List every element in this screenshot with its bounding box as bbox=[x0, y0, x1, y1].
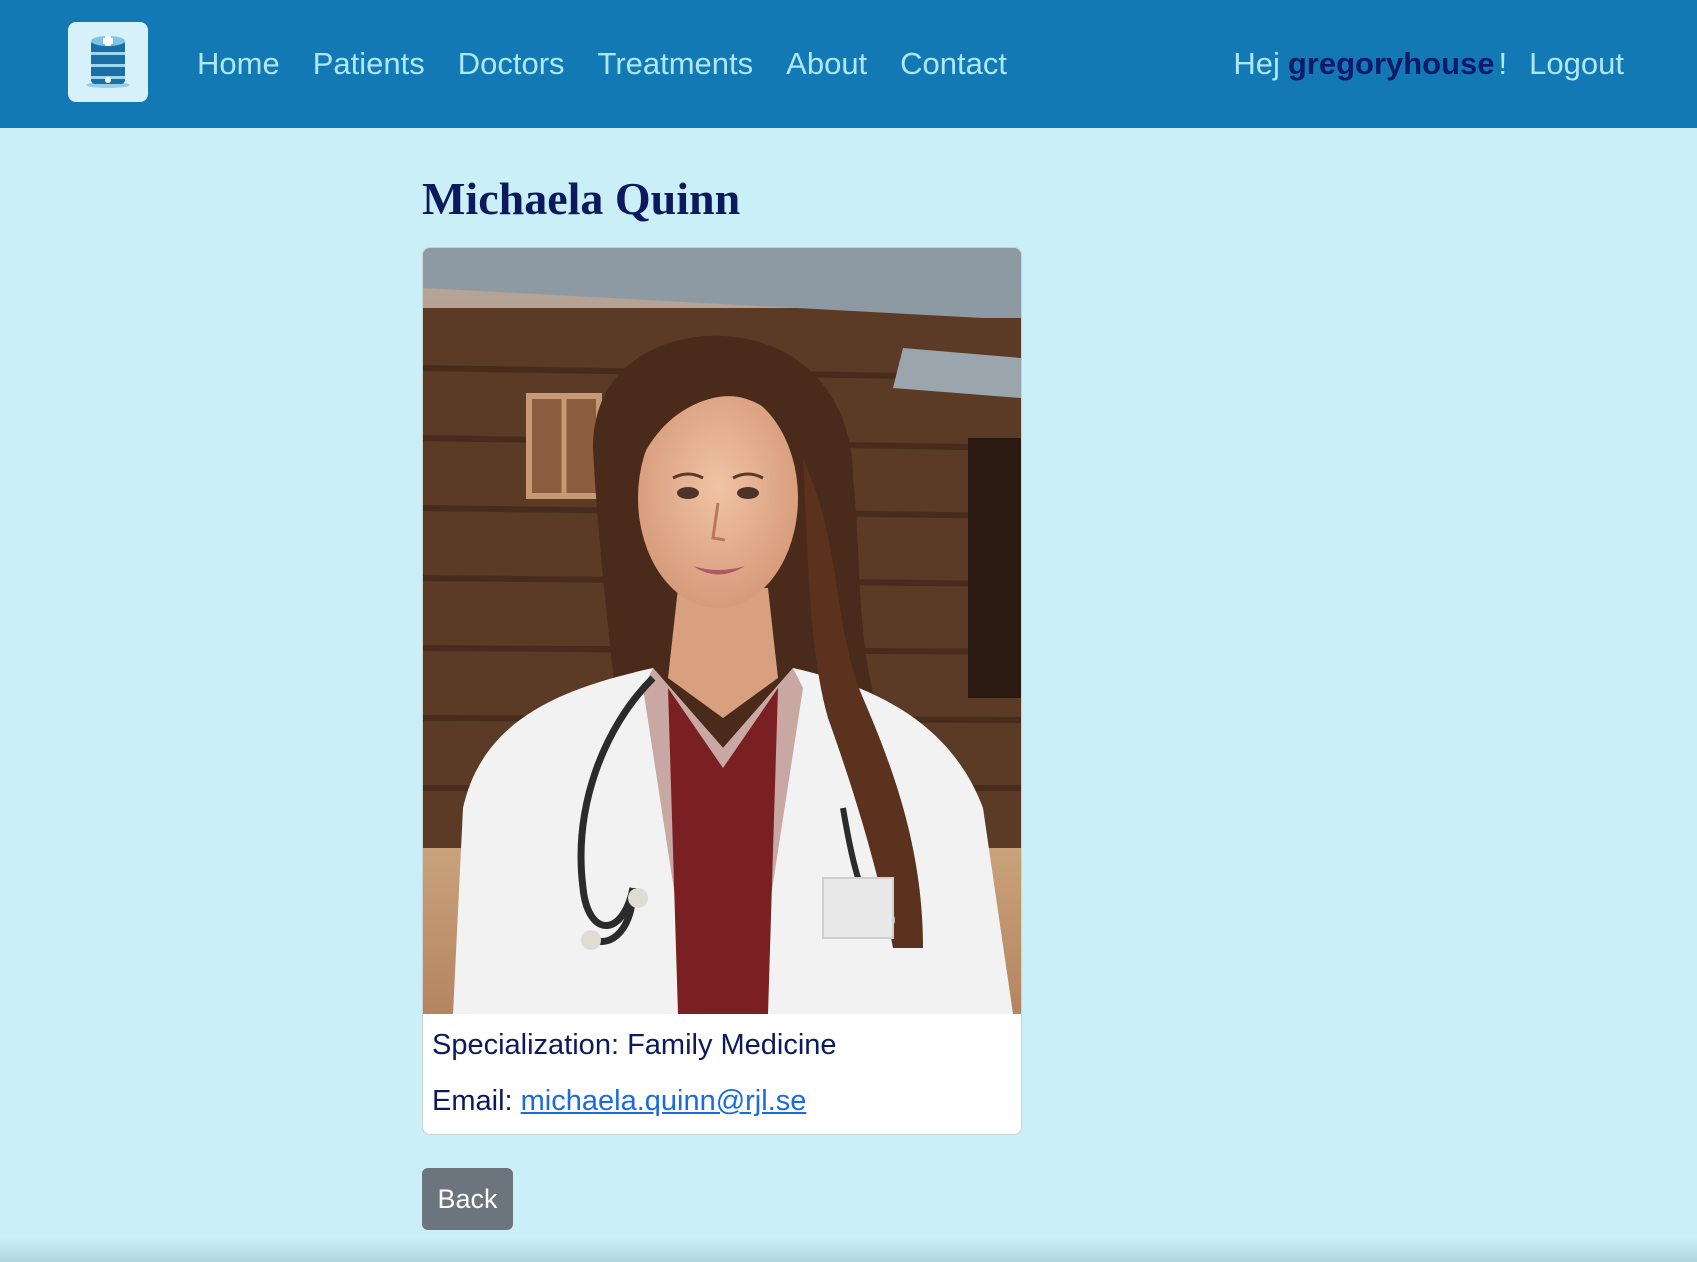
nav-link-contact[interactable]: Contact bbox=[900, 46, 1007, 82]
user-greeting: Hej gregoryhouse ! Logout bbox=[1233, 0, 1624, 128]
nav-link-home[interactable]: Home bbox=[197, 46, 280, 82]
specialization-label: Specialization: bbox=[432, 1029, 619, 1061]
greeting-exclamation: ! bbox=[1498, 46, 1508, 81]
nav-link-doctors[interactable]: Doctors bbox=[458, 46, 565, 82]
nav-link-patients[interactable]: Patients bbox=[313, 46, 425, 82]
bottom-shadow bbox=[0, 1236, 1697, 1262]
back-button[interactable]: Back bbox=[422, 1168, 513, 1230]
email-link[interactable]: michaela.quinn@rjl.se bbox=[521, 1085, 807, 1117]
doctor-photo bbox=[423, 248, 1021, 1014]
doctor-info: Specialization: Family Medicine Email: m… bbox=[423, 1014, 1021, 1134]
doctor-card: Specialization: Family Medicine Email: m… bbox=[422, 247, 1022, 1135]
specialization-value: Family Medicine bbox=[627, 1029, 837, 1061]
page-title: Michaela Quinn bbox=[422, 173, 741, 224]
specialization-row: Specialization: Family Medicine bbox=[432, 1026, 1012, 1064]
nav-links: Home Patients Doctors Treatments About C… bbox=[197, 0, 1040, 128]
nav-link-treatments[interactable]: Treatments bbox=[598, 46, 754, 82]
logout-link[interactable]: Logout bbox=[1529, 46, 1624, 82]
doctor-detail: Michaela Quinn Specialization: Family Me… bbox=[422, 128, 1022, 1230]
greeting-text: Hej bbox=[1233, 46, 1280, 81]
logo-icon[interactable] bbox=[68, 22, 148, 102]
email-row: Email: michaela.quinn@rjl.se bbox=[432, 1082, 1012, 1120]
nav-link-about[interactable]: About bbox=[786, 46, 867, 82]
navbar: Home Patients Doctors Treatments About C… bbox=[0, 0, 1697, 128]
email-label: Email: bbox=[432, 1085, 513, 1117]
username: gregoryhouse bbox=[1287, 46, 1495, 81]
